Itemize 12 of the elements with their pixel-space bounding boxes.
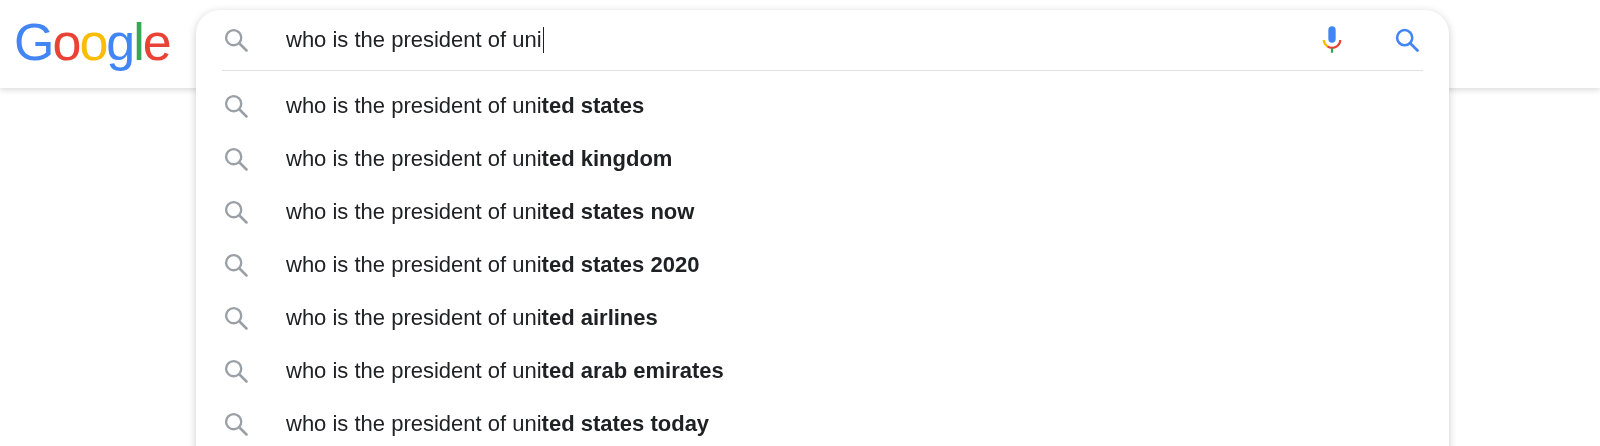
logo[interactable]: Google <box>14 14 170 72</box>
search-icon <box>222 26 250 54</box>
search-field[interactable]: who is the president of uni <box>286 27 1321 53</box>
suggestion-item[interactable]: who is the president of united states now <box>286 198 695 225</box>
suggestion-item[interactable]: who is the president of united kingdom <box>286 145 673 172</box>
suggestion-item[interactable]: who is the president of united states <box>286 92 645 119</box>
search-icon[interactable] <box>1393 26 1421 54</box>
suggestion-item[interactable]: who is the president of united airlines <box>286 304 658 331</box>
suggestion-item[interactable]: who is the president of united states today <box>286 410 710 437</box>
suggestion-item[interactable]: who is the president of united states 2020 <box>286 251 700 278</box>
suggestion-item[interactable]: who is the president of united arab emirates <box>286 357 724 384</box>
microphone-icon[interactable] <box>1321 24 1343 56</box>
